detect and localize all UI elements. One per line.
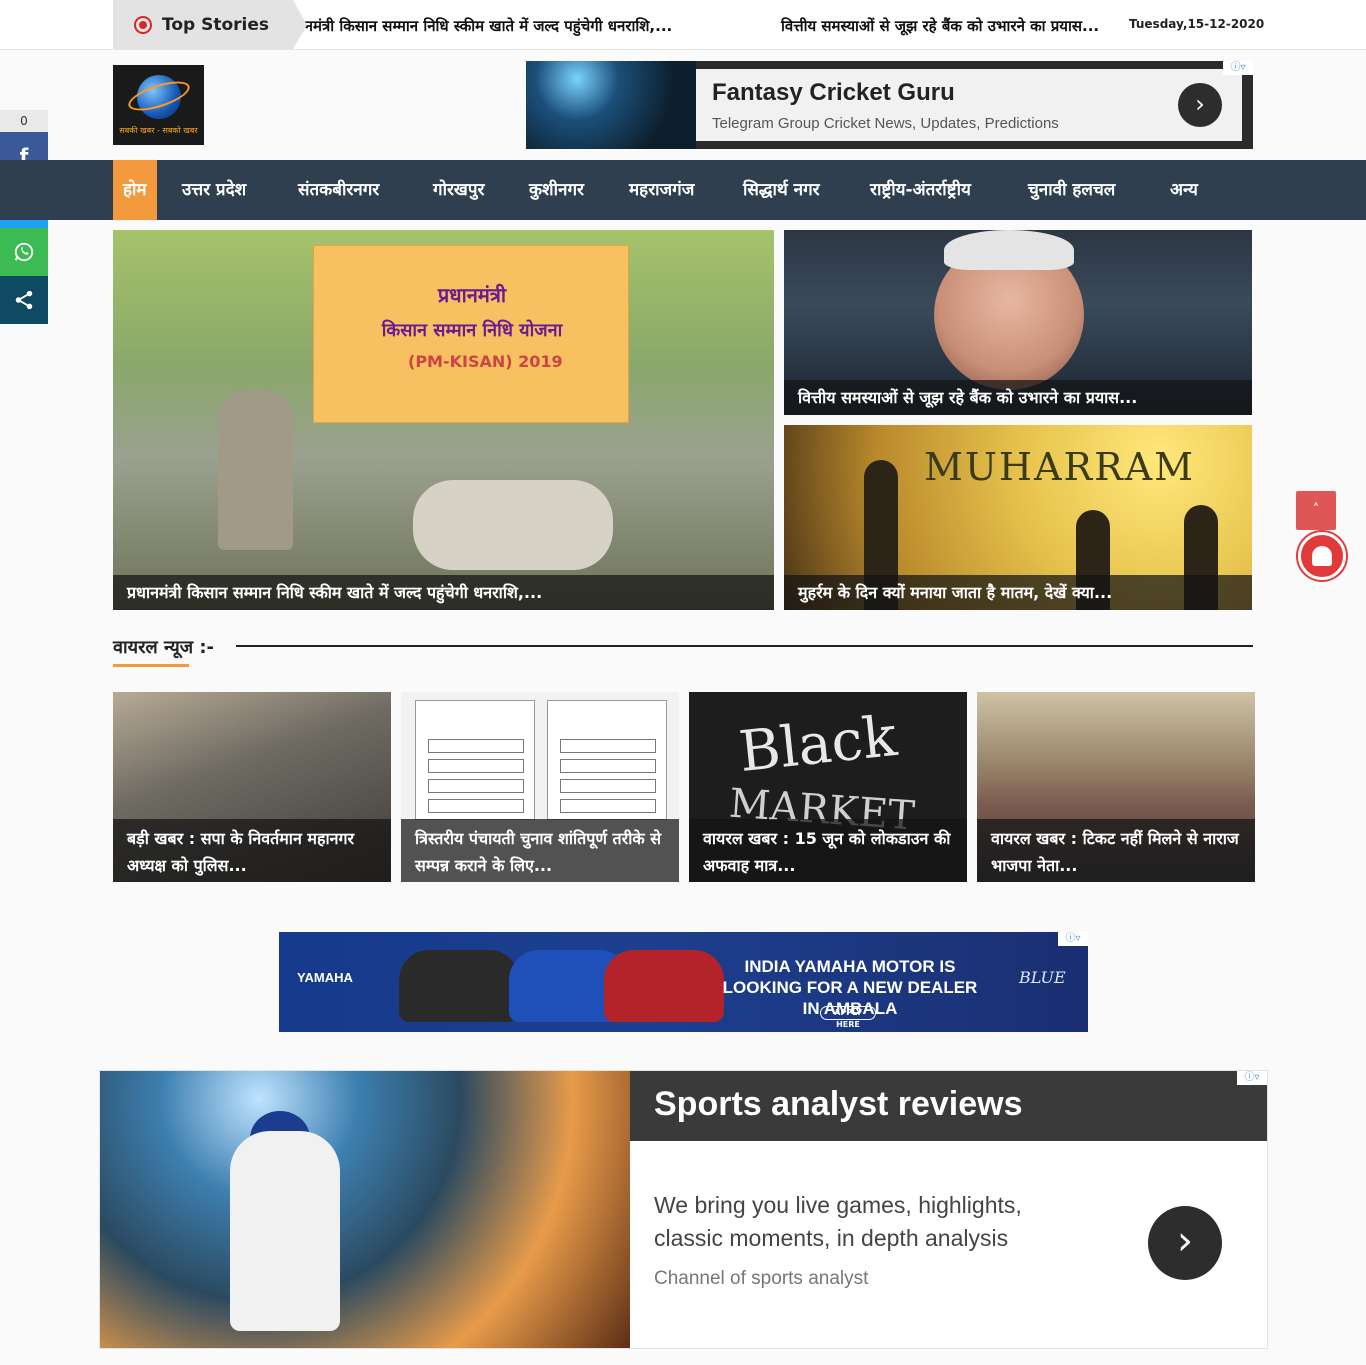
- top-banner-ad[interactable]: Fantasy Cricket Guru Telegram Group Cric…: [526, 61, 1253, 149]
- main-navigation: होम उत्तर प्रदेश संतकबीरनगर गोरखपुर कुशी…: [0, 160, 1366, 220]
- muharram-image-text: MUHARRAM: [924, 445, 1196, 489]
- top-bar: Top Stories प्रधानमंत्री किसान सम्मान नि…: [0, 0, 1366, 50]
- viral-caption[interactable]: वायरल खबर : 15 जून को लोकडाउन की अफवाह म…: [689, 819, 967, 882]
- top-stories-text: Top Stories: [162, 14, 270, 35]
- nav-item-home[interactable]: होम: [113, 160, 157, 220]
- whatsapp-icon: [14, 242, 34, 262]
- board-text: प्रधानमंत्री: [437, 283, 507, 307]
- adchoices-icon[interactable]: ⓘ▿: [1237, 1071, 1267, 1085]
- person-hair: [944, 230, 1074, 270]
- featured-main-article[interactable]: प्रधानमंत्री किसान सम्मान निधि योजना (PM…: [113, 230, 774, 610]
- adchoices-icon[interactable]: ⓘ▿: [1058, 932, 1088, 946]
- viral-article-3[interactable]: Black MARKET वायरल खबर : 15 जून को लोकडा…: [689, 692, 967, 882]
- ballot-image: [415, 700, 535, 820]
- live-dot-icon: [134, 15, 152, 34]
- ticker-arrow: [293, 0, 307, 49]
- current-date: Tuesday,15-12-2020: [1129, 17, 1265, 31]
- nav-item-election[interactable]: चुनावी हलचल: [1018, 160, 1125, 220]
- board-text: किसान सम्मान निधि योजना: [381, 320, 563, 341]
- site-logo[interactable]: सबकी खबर - सबको खबर: [113, 65, 204, 145]
- ad-channel: Channel of sports analyst: [654, 1268, 869, 1289]
- whatsapp-share-button[interactable]: [0, 228, 48, 276]
- ad-arrow-button[interactable]: ›: [1148, 1206, 1222, 1280]
- nav-item-santkabirnagar[interactable]: संतकबीरनगर: [288, 160, 389, 220]
- news-ticker: प्रधानमंत्री किसान सम्मान निधि स्कीम खात…: [293, 0, 1125, 49]
- viral-caption[interactable]: वायरल खबर : टिकट नहीं मिलने से नाराज भाज…: [977, 819, 1255, 882]
- nav-item-kushinagar[interactable]: कुशीनगर: [519, 160, 594, 220]
- motorcycle-image: [604, 950, 724, 1022]
- nav-item-siddharth-nagar[interactable]: सिद्धार्थ नगर: [733, 160, 830, 220]
- ad-arrow-button[interactable]: ›: [1178, 83, 1222, 127]
- ticker-item[interactable]: वित्तीय समस्याओं से जूझ रहे बैंक को उभार…: [781, 16, 1099, 36]
- ad-title: Sports analyst reviews: [654, 1085, 1023, 1123]
- pm-kisan-board-image: प्रधानमंत्री किसान सम्मान निधि योजना (PM…: [313, 245, 629, 423]
- black-market-image-text: Black: [736, 703, 900, 786]
- yamaha-logo: YAMAHA: [297, 970, 353, 985]
- ad-title: Fantasy Cricket Guru: [712, 79, 955, 106]
- nav-item-other[interactable]: अन्य: [1160, 160, 1208, 220]
- featured-right-top-caption[interactable]: वित्तीय समस्याओं से जूझ रहे बैंक को उभार…: [784, 380, 1252, 415]
- yamaha-banner-ad[interactable]: YAMAHA INDIA YAMAHA MOTOR IS LOOKING FOR…: [279, 932, 1088, 1032]
- notification-bell-button[interactable]: [1298, 532, 1346, 580]
- nav-item-national-international[interactable]: राष्ट्रीय-अंतर्राष्ट्रीय: [860, 160, 981, 220]
- heading-rule: [236, 645, 1253, 647]
- viral-article-1[interactable]: बड़ी खबर : सपा के निवर्तमान महानगर अध्यक…: [113, 692, 391, 882]
- ad-cricket-image: [526, 61, 696, 149]
- ad-description: We bring you live games, highlights, cla…: [654, 1192, 1022, 1251]
- scroll-to-top-button[interactable]: ˄: [1296, 491, 1336, 530]
- featured-right-bottom-caption[interactable]: मुहर्रम के दिन क्यों मनाया जाता है मातम,…: [784, 575, 1252, 610]
- featured-right-top-article[interactable]: वित्तीय समस्याओं से जूझ रहे बैंक को उभार…: [784, 230, 1252, 415]
- nav-item-uttar-pradesh[interactable]: उत्तर प्रदेश: [172, 160, 256, 220]
- viral-article-4[interactable]: वायरल खबर : टिकट नहीं मिलने से नाराज भाज…: [977, 692, 1255, 882]
- ad-title-bar: Sports analyst reviews: [630, 1071, 1267, 1141]
- ox-figure: [413, 480, 613, 570]
- logo-tagline: सबकी खबर - सबको खबर: [119, 126, 198, 135]
- bell-icon: [1312, 546, 1332, 566]
- sports-analyst-ad[interactable]: Sports analyst reviews We bring you live…: [99, 1070, 1268, 1349]
- viral-caption[interactable]: बड़ी खबर : सपा के निवर्तमान महानगर अध्यक…: [113, 819, 391, 882]
- adchoices-icon[interactable]: ⓘ▿: [1223, 61, 1253, 75]
- share-count: 0: [0, 110, 48, 132]
- apply-here-button[interactable]: APPLY HERE: [820, 1006, 876, 1029]
- share-icon: [15, 290, 33, 310]
- featured-main-caption[interactable]: प्रधानमंत्री किसान सम्मान निधि स्कीम खात…: [113, 575, 774, 610]
- ad-card: Fantasy Cricket Guru Telegram Group Cric…: [696, 69, 1242, 141]
- featured-right-bottom-article[interactable]: MUHARRAM मुहर्रम के दिन क्यों मनाया जाता…: [784, 425, 1252, 610]
- board-text: (PM-KISAN) 2019: [408, 352, 563, 371]
- cricket-stadium-image: [100, 1071, 630, 1348]
- farmer-figure: [218, 390, 293, 550]
- more-share-button[interactable]: [0, 276, 48, 324]
- ad-slogan: BLUE: [1019, 968, 1066, 987]
- nav-item-gorakhpur[interactable]: गोरखपुर: [423, 160, 494, 220]
- top-stories-label: Top Stories: [113, 0, 293, 49]
- ticker-item[interactable]: प्रधानमंत्री किसान सम्मान निधि स्कीम खात…: [293, 16, 672, 36]
- viral-caption[interactable]: त्रिस्तरीय पंचायती चुनाव शांतिपूर्ण तरीक…: [401, 819, 679, 882]
- batsman-figure: [230, 1131, 340, 1331]
- viral-article-2[interactable]: त्रिस्तरीय पंचायती चुनाव शांतिपूर्ण तरीक…: [401, 692, 679, 882]
- ad-subtitle: Telegram Group Cricket News, Updates, Pr…: [712, 115, 1059, 132]
- heading-underline: [113, 664, 189, 667]
- ballot-image: [547, 700, 667, 820]
- nav-item-maharajganj[interactable]: महराजगंज: [619, 160, 704, 220]
- motorcycle-image: [399, 950, 519, 1022]
- viral-news-heading: वायरल न्यूज :-: [113, 637, 214, 658]
